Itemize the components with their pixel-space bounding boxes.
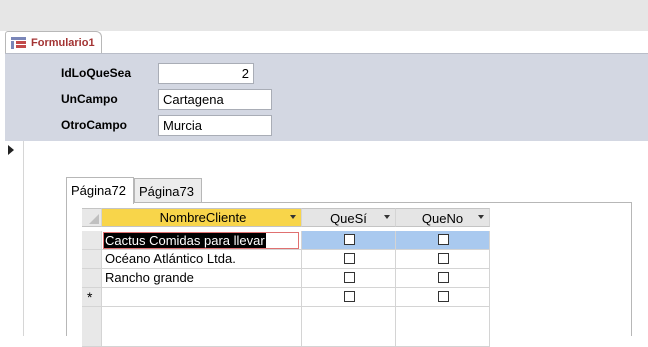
uncampo-field[interactable]: Cartagena: [158, 89, 272, 110]
quesi-checkbox[interactable]: [344, 253, 355, 264]
current-record-arrow-icon: [8, 145, 14, 155]
nombrecliente-cell[interactable]: Cactus Comidas para llevar: [102, 231, 302, 250]
queno-cell[interactable]: [396, 288, 490, 307]
queno-checkbox[interactable]: [438, 272, 449, 283]
column-dropdown-icon[interactable]: [478, 215, 484, 219]
row-selector[interactable]: [82, 250, 102, 269]
document-tab-label: Formulario1: [31, 36, 95, 49]
idloquesea-field[interactable]: 2: [158, 63, 254, 84]
selected-cell-text: Cactus Comidas para llevar: [104, 233, 266, 248]
cell-editor[interactable]: Cactus Comidas para llevar: [103, 232, 299, 249]
record-selector-bar[interactable]: [5, 141, 24, 336]
quesi-checkbox[interactable]: [344, 234, 355, 245]
column-dropdown-icon[interactable]: [384, 215, 390, 219]
quesi-cell[interactable]: [302, 269, 396, 288]
otrocampo-field[interactable]: Murcia: [158, 115, 272, 136]
blank-cell: [102, 307, 302, 347]
column-dropdown-icon[interactable]: [290, 215, 296, 219]
nombrecliente-cell[interactable]: Rancho grande: [102, 269, 302, 288]
quesi-cell[interactable]: [302, 231, 396, 250]
nombrecliente-cell[interactable]: Océano Atlántico Ltda.: [102, 250, 302, 269]
document-tab-formulario1[interactable]: Formulario1: [5, 31, 102, 53]
queno-cell[interactable]: [396, 250, 490, 269]
queno-checkbox[interactable]: [438, 291, 449, 302]
nombrecliente-cell[interactable]: [102, 288, 302, 307]
uncampo-label: UnCampo: [61, 92, 118, 106]
row-selector[interactable]: [82, 231, 102, 250]
quesi-cell[interactable]: [302, 288, 396, 307]
queno-cell[interactable]: [396, 269, 490, 288]
quesi-checkbox[interactable]: [344, 291, 355, 302]
column-header-label: QueNo: [421, 211, 464, 226]
form-header: IdLoQueSea 2 UnCampo Cartagena OtroCampo…: [5, 53, 648, 141]
tab-pagina73[interactable]: Página73: [134, 178, 202, 203]
column-header-quesi[interactable]: QueSí: [302, 208, 396, 227]
column-header-queno[interactable]: QueNo: [396, 208, 490, 227]
select-all-corner[interactable]: [82, 208, 102, 227]
row-selector[interactable]: *: [82, 288, 102, 307]
column-header-label: QueSí: [330, 211, 367, 226]
queno-checkbox[interactable]: [438, 234, 449, 245]
new-record-icon: *: [87, 289, 93, 305]
blank-cell: [302, 307, 396, 347]
column-header-label: NombreCliente: [159, 210, 247, 225]
quesi-checkbox[interactable]: [344, 272, 355, 283]
form-icon: [11, 36, 26, 49]
blank-cell: [396, 307, 490, 347]
row-selector-blank: [82, 307, 102, 347]
row-selector[interactable]: [82, 269, 102, 288]
quesi-cell[interactable]: [302, 250, 396, 269]
queno-checkbox[interactable]: [438, 253, 449, 264]
idloquesea-label: IdLoQueSea: [61, 66, 132, 80]
tab-pagina72[interactable]: Página72: [66, 177, 134, 204]
otrocampo-label: OtroCampo: [61, 118, 127, 132]
column-header-nombrecliente[interactable]: NombreCliente: [102, 208, 302, 227]
queno-cell[interactable]: [396, 231, 490, 250]
ribbon-area: [0, 0, 648, 31]
